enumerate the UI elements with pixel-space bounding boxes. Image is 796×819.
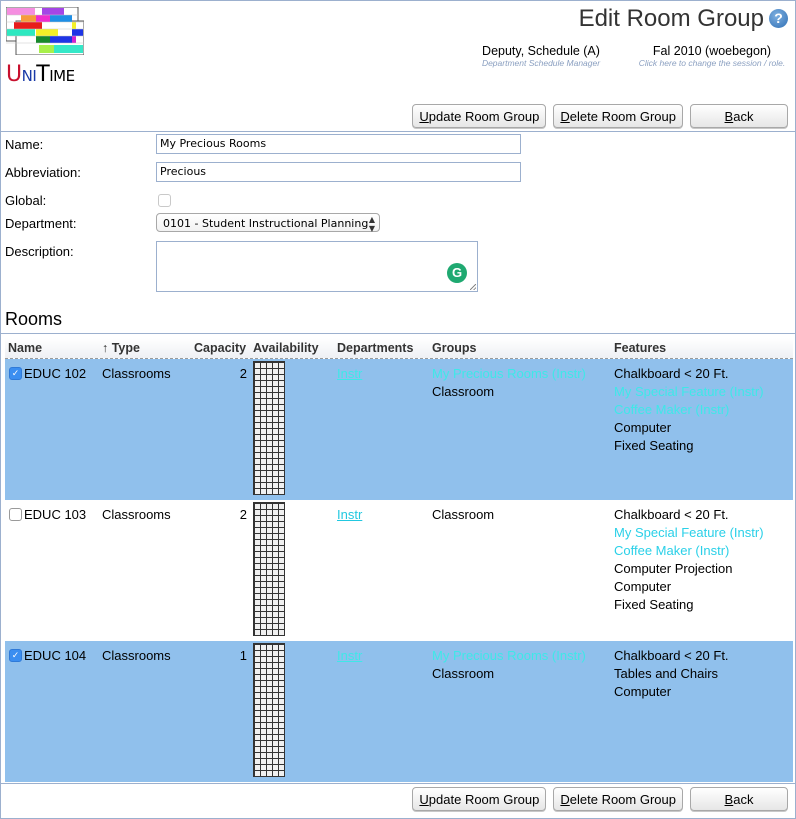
abbreviation-label: Abbreviation: xyxy=(5,165,81,180)
logo-text: UNITIME xyxy=(6,62,75,87)
bottom-button-bar: Update Room Group Delete Room Group Back xyxy=(412,787,788,811)
user-info[interactable]: Deputy, Schedule (A) Department Schedule… xyxy=(478,44,604,68)
feature-item: Computer xyxy=(614,579,672,594)
availability-grid[interactable] xyxy=(253,361,285,495)
table-bottom-divider xyxy=(1,783,795,784)
room-select-checkbox[interactable]: ✓ xyxy=(9,649,22,662)
room-name[interactable]: EDUC 103 xyxy=(24,506,86,524)
feature-item: Fixed Seating xyxy=(614,597,694,612)
global-checkbox[interactable] xyxy=(158,194,171,207)
group-item: Classroom xyxy=(432,507,495,522)
abbreviation-input[interactable]: Precious xyxy=(156,162,521,182)
feature-item: Computer Projection xyxy=(614,561,733,576)
update-room-group-button[interactable]: Update Room Group xyxy=(412,104,547,128)
group-item: Classroom xyxy=(432,666,495,681)
group-item: Classroom xyxy=(432,384,495,399)
update-room-group-button-bottom[interactable]: Update Room Group xyxy=(412,787,547,811)
feature-item: Chalkboard < 20 Ft. xyxy=(614,507,729,522)
room-type: Classrooms xyxy=(102,507,171,522)
room-features: Chalkboard < 20 Ft. My Special Feature (I… xyxy=(614,506,764,614)
column-header-features[interactable]: Features xyxy=(614,341,666,355)
department-label: Department: xyxy=(5,216,77,231)
help-icon[interactable]: ? xyxy=(769,9,788,28)
room-capacity: 2 xyxy=(239,507,247,522)
delete-room-group-button-bottom[interactable]: Delete Room Group xyxy=(553,787,683,811)
availability-grid[interactable] xyxy=(253,643,285,777)
room-name[interactable]: EDUC 102 xyxy=(24,365,86,383)
department-selected-value: 0101 - Student Instructional Planning xyxy=(163,217,369,230)
table-row[interactable]: ✓ EDUC 102 Classrooms 2 Instr My Precious Roo… xyxy=(5,359,793,500)
feature-item: My Special Feature (Instr) xyxy=(614,525,764,540)
session-info[interactable]: Fal 2010 (woebegon) Click here to change… xyxy=(634,44,790,68)
header-divider xyxy=(1,131,795,132)
availability-grid[interactable] xyxy=(253,502,285,636)
table-row[interactable]: ✓ EDUC 104 Classrooms 1 Instr My Precious Roo… xyxy=(5,641,793,782)
back-button-bottom[interactable]: Back xyxy=(690,787,788,811)
department-link[interactable]: Instr xyxy=(337,366,362,381)
feature-item: Computer xyxy=(614,684,672,699)
room-features: Chalkboard < 20 Ft. Tables and Chairs Comp… xyxy=(614,647,729,701)
feature-item: Coffee Maker (Instr) xyxy=(614,402,730,417)
delete-room-group-button[interactable]: Delete Room Group xyxy=(553,104,683,128)
room-features: Chalkboard < 20 Ft. My Special Feature (I… xyxy=(614,365,764,455)
feature-item: My Special Feature (Instr) xyxy=(614,384,764,399)
description-textarea[interactable]: G xyxy=(156,241,478,292)
rooms-section-title: Rooms xyxy=(5,309,63,329)
user-name: Deputy, Schedule (A) xyxy=(482,44,600,58)
rooms-divider xyxy=(1,333,795,334)
column-header-departments[interactable]: Departments xyxy=(337,341,413,355)
page-title: Edit Room Group xyxy=(578,5,764,32)
table-row[interactable]: EDUC 103 Classrooms 2 Instr Classroom Chalkbo… xyxy=(5,500,793,641)
grammarly-icon[interactable]: G xyxy=(447,263,467,283)
table-header: Name ↑ Type Capacity Availability Depart… xyxy=(5,338,793,359)
column-header-availability[interactable]: Availability xyxy=(253,341,319,355)
feature-item: Chalkboard < 20 Ft. xyxy=(614,366,729,381)
department-select[interactable]: 0101 - Student Instructional Planning ▲ ▼ xyxy=(156,213,380,233)
room-groups: Classroom xyxy=(432,506,494,524)
room-capacity: 1 xyxy=(239,648,247,663)
column-header-groups[interactable]: Groups xyxy=(432,341,476,355)
back-button[interactable]: Back xyxy=(690,104,788,128)
column-header-capacity[interactable]: Capacity xyxy=(194,341,246,355)
column-header-name[interactable]: Name xyxy=(8,341,42,355)
resize-handle-icon[interactable] xyxy=(470,284,476,290)
feature-item: Fixed Seating xyxy=(614,438,694,453)
select-arrows-icon: ▲ ▼ xyxy=(368,215,375,233)
name-input[interactable]: My Precious Rooms xyxy=(156,134,521,154)
feature-item: Computer xyxy=(614,420,672,435)
session-name: Fal 2010 (woebegon) xyxy=(652,44,772,58)
top-button-bar: Update Room Group Delete Room Group Back xyxy=(412,104,788,128)
unitime-logo[interactable]: UNITIME xyxy=(6,7,86,87)
group-item: My Precious Rooms (Instr) xyxy=(432,648,586,663)
room-groups: My Precious Rooms (Instr) Classroom xyxy=(432,647,586,683)
session-hint: Click here to change the session / role. xyxy=(638,58,786,68)
room-type: Classrooms xyxy=(102,648,171,663)
rooms-table: Name ↑ Type Capacity Availability Depart… xyxy=(5,338,793,782)
user-role: Department Schedule Manager xyxy=(481,58,601,68)
department-link[interactable]: Instr xyxy=(337,648,362,663)
name-label: Name: xyxy=(5,137,44,152)
feature-item: Tables and Chairs xyxy=(614,666,719,681)
room-select-checkbox[interactable]: ✓ xyxy=(9,367,22,380)
feature-item: Coffee Maker (Instr) xyxy=(614,543,730,558)
column-header-type[interactable]: ↑ Type xyxy=(102,341,140,355)
room-type: Classrooms xyxy=(102,366,171,381)
room-groups: My Precious Rooms (Instr) Classroom xyxy=(432,365,586,401)
description-label: Description: xyxy=(5,244,74,259)
group-item: My Precious Rooms (Instr) xyxy=(432,366,586,381)
department-link[interactable]: Instr xyxy=(337,507,362,522)
room-name[interactable]: EDUC 104 xyxy=(24,647,86,665)
logo-timetable-icon xyxy=(6,7,84,55)
room-capacity: 2 xyxy=(239,366,247,381)
feature-item: Chalkboard < 20 Ft. xyxy=(614,648,729,663)
room-select-checkbox[interactable] xyxy=(9,508,22,521)
global-label: Global: xyxy=(5,193,47,208)
